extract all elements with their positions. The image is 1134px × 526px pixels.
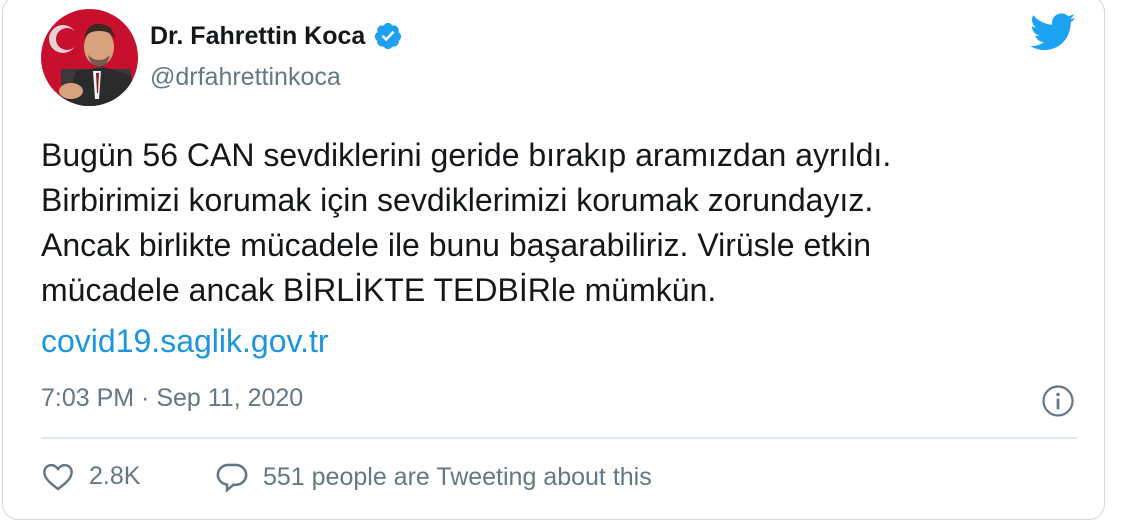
- tweet-timestamp[interactable]: 7:03 PM · Sep 11, 2020: [41, 384, 303, 413]
- verified-badge-icon: [373, 21, 403, 51]
- tweet-link[interactable]: covid19.saglik.gov.tr: [41, 319, 329, 364]
- avatar[interactable]: [41, 9, 138, 106]
- heart-icon: [41, 461, 75, 491]
- twitter-bird-icon[interactable]: [1027, 13, 1077, 53]
- divider: [41, 437, 1077, 439]
- tweet-text: Bugün 56 CAN sevdiklerini geride bırakıp…: [41, 137, 892, 308]
- author-name[interactable]: Dr. Fahrettin Koca: [150, 22, 365, 51]
- author-handle[interactable]: @drfahrettinkoca: [150, 63, 341, 92]
- conversation-button[interactable]: 551 people are Tweeting about this: [215, 461, 652, 493]
- speech-bubble-icon: [215, 461, 249, 493]
- info-icon[interactable]: [1041, 384, 1075, 418]
- tweet-card[interactable]: Dr. Fahrettin Koca @drfahrettinkoca Bugü…: [2, 0, 1105, 520]
- like-button[interactable]: 2.8K: [41, 461, 140, 491]
- conversation-label: 551 people are Tweeting about this: [263, 462, 652, 491]
- like-count: 2.8K: [89, 461, 141, 490]
